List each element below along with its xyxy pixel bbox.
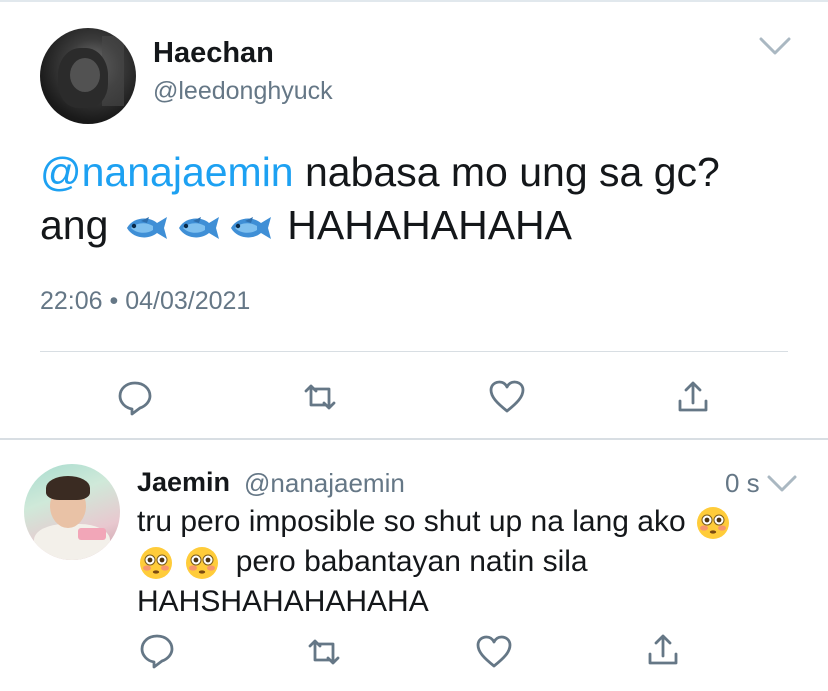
retweet-button[interactable] — [300, 377, 340, 417]
reply-tweet[interactable]: Jaemin @nanajaemin 0 s tru pero imposibl… — [0, 440, 828, 691]
reply-text: tru pero imposible so shut up na lang ak… — [137, 502, 797, 622]
flushed-face-emoji-icon — [697, 507, 730, 540]
fish-emoji-icon — [126, 217, 167, 240]
author-handle[interactable]: @leedonghyuck — [153, 77, 333, 106]
share-icon — [648, 634, 678, 665]
reply-button[interactable] — [115, 377, 155, 417]
reply-line1: tru pero imposible so shut up na lang ak… — [137, 505, 686, 538]
reply-time: 0 s — [725, 468, 760, 498]
like-button[interactable] — [474, 632, 514, 672]
reply-icon — [118, 381, 152, 416]
action-divider — [40, 351, 788, 352]
fish-emoji-icon — [230, 217, 271, 240]
like-icon — [489, 380, 525, 413]
tweet-text-part2-prefix: ang — [40, 202, 109, 248]
retweet-icon — [308, 639, 340, 665]
tweet-text-part2-suffix: HAHAHAHAHA — [287, 202, 573, 248]
reply-icon — [140, 634, 174, 669]
like-button[interactable] — [487, 377, 527, 417]
author-name[interactable]: Jaemin — [137, 467, 230, 498]
mention-link[interactable]: @nanajaemin — [40, 149, 294, 195]
retweet-button[interactable] — [304, 632, 344, 672]
author-handle[interactable]: @nanajaemin — [244, 468, 405, 499]
share-button[interactable] — [643, 630, 683, 670]
flushed-face-emoji-icon — [140, 547, 172, 580]
retweet-icon — [304, 384, 336, 410]
like-icon — [476, 635, 512, 668]
chevron-down-icon[interactable] — [758, 34, 792, 58]
timestamp[interactable]: 22:06 • 04/03/2021 — [40, 287, 250, 316]
share-icon — [678, 381, 708, 412]
chevron-down-icon[interactable] — [766, 473, 798, 495]
share-button[interactable] — [673, 377, 713, 417]
reply-line3: HAHSHAHAHAHAHA — [137, 585, 429, 618]
reply-button[interactable] — [137, 630, 177, 670]
flushed-face-emoji-icon — [186, 547, 219, 580]
fish-emoji-icon — [178, 217, 219, 240]
avatar[interactable] — [24, 464, 120, 560]
tweet-text-part1: nabasa mo ung sa gc? — [293, 149, 720, 195]
avatar[interactable] — [40, 28, 136, 124]
main-tweet[interactable]: Haechan @leedonghyuck @nanajaemin nabasa… — [0, 0, 828, 438]
author-name[interactable]: Haechan — [153, 37, 274, 70]
tweet-text: @nanajaemin nabasa mo ung sa gc? ang HAH… — [40, 146, 800, 252]
reply-line2: pero babantayan natin sila — [235, 545, 588, 578]
